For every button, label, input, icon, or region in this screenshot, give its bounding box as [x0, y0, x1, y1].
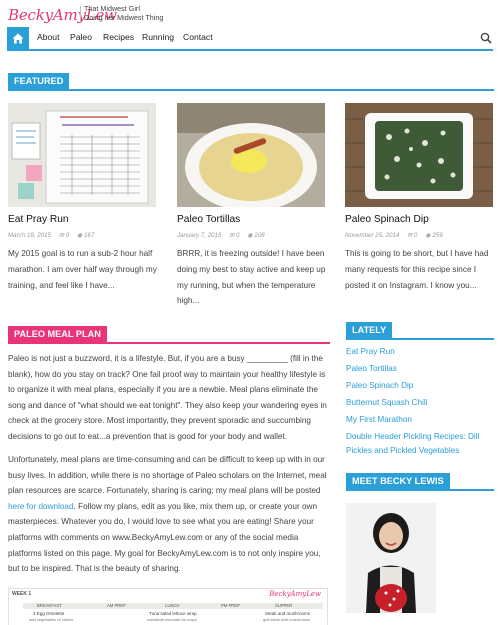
featured-image-eat-pray-run[interactable] — [8, 103, 156, 207]
views-icon: ◉ — [247, 232, 253, 239]
sheet-cell: 3 Egg Omelette — [33, 611, 65, 616]
lately-item-6[interactable]: Double Header Pickling Recipes: Dill Pic… — [346, 430, 496, 457]
nav-item-paleo[interactable]: Paleo — [70, 32, 92, 42]
lately-item-5[interactable]: My First Marathon — [346, 413, 496, 427]
nav-item-about[interactable]: About — [37, 32, 59, 42]
featured-title-2[interactable]: Paleo Tortillas — [177, 214, 240, 225]
comment-count[interactable]: 0 — [236, 232, 239, 239]
sheet-cell: substitute avocado for mayo — [147, 617, 198, 622]
comment-icon: ✉ — [407, 232, 413, 239]
download-link[interactable]: here for download — [8, 502, 74, 511]
tortilla-photo — [177, 103, 325, 207]
sheet-week-label: WEEK 1 — [12, 591, 32, 597]
sheet-col-am-prep: AM PREP — [107, 603, 126, 608]
post-date: March 18, 2015 — [8, 232, 51, 239]
home-icon — [12, 33, 24, 43]
featured-meta-2: January 7, 2015 ✉ 0 ◉ 208 — [177, 232, 265, 239]
sheet-cell: Steak and mushrooms — [265, 611, 311, 616]
meal-plan-sheet-image[interactable]: WEEK 1 BeckyAmyLew BREAKFAST AM PREP LUN… — [8, 588, 328, 625]
lately-item-2[interactable]: Paleo Tortillas — [346, 362, 496, 376]
training-plan-photo — [8, 103, 156, 207]
comment-count[interactable]: 0 — [414, 232, 417, 239]
logo-divider — [80, 6, 81, 22]
tagline-line-2: Doing her Midwest Thing — [84, 12, 164, 22]
meal-plan-label: PALEO MEAL PLAN — [8, 326, 107, 343]
view-count: 259 — [432, 232, 443, 239]
site-tagline: That Midwest Girl Doing her Midwest Thin… — [84, 4, 164, 22]
views-icon: ◉ — [425, 232, 431, 239]
lately-item-1[interactable]: Eat Pray Run — [346, 345, 496, 359]
featured-label: FEATURED — [8, 73, 70, 90]
views-icon: ◉ — [76, 232, 83, 239]
comment-count[interactable]: 0 — [66, 232, 69, 239]
sheet-col-pm-prep: PM PREP — [221, 603, 240, 608]
lately-label: LATELY — [346, 322, 393, 339]
lately-item-3[interactable]: Paleo Spinach Dip — [346, 379, 496, 393]
meal-plan-paragraph-1: Paleo is not just a buzzword, it is a li… — [8, 354, 327, 441]
featured-excerpt-2: BRRR, it is freezing outside! I have bee… — [177, 249, 326, 306]
featured-excerpt-3: This is going to be short, but I have ha… — [345, 249, 489, 290]
nav-home-button[interactable] — [7, 27, 29, 49]
comment-icon: ✉ — [58, 232, 64, 239]
view-count: 208 — [254, 232, 265, 239]
lately-item-4[interactable]: Butternut Squash Chili — [346, 396, 496, 410]
view-count: 167 — [83, 232, 95, 239]
sheet-cell: Tuna salad lettuce wrap — [149, 611, 197, 616]
featured-image-paleo-spinach-dip[interactable] — [345, 103, 493, 207]
paragraph-text: Unfortunately, meal plans are time-consu… — [8, 455, 327, 496]
post-date: November 25, 2014 — [345, 232, 400, 239]
sheet-logo: BeckyAmyLew — [269, 590, 321, 598]
sheet-cell: add vegetables of choice — [29, 617, 74, 622]
nav-item-recipes[interactable]: Recipes — [103, 32, 134, 42]
featured-title-3[interactable]: Paleo Spinach Dip — [345, 214, 429, 225]
featured-divider — [8, 89, 494, 91]
nav-item-running[interactable]: Running — [142, 32, 174, 42]
featured-meta-3: November 25, 2014 ✉ 0 ◉ 259 — [345, 232, 443, 239]
spinach-dip-photo — [345, 103, 493, 207]
portrait-image — [346, 503, 436, 613]
nav-underline — [7, 49, 493, 51]
featured-image-paleo-tortillas[interactable] — [177, 103, 325, 207]
featured-excerpt-1: My 2015 goal is to run a sub-2 hour half… — [8, 249, 157, 290]
nav-item-contact[interactable]: Contact — [183, 32, 213, 42]
sheet-col-lunch: LUNCH — [165, 603, 180, 608]
sheet-col-breakfast: BREAKFAST — [37, 603, 62, 608]
post-date: January 7, 2015 — [177, 232, 222, 239]
sheet-col-supper: SUPPER — [275, 603, 293, 608]
featured-title-1[interactable]: Eat Pray Run — [8, 214, 69, 225]
featured-meta-1: March 18, 2015 ✉ 0 ◉ 167 — [8, 232, 94, 239]
comment-icon: ✉ — [229, 232, 235, 239]
search-icon[interactable] — [480, 32, 492, 44]
main-nav: About Paleo Recipes Running Contact — [0, 27, 500, 49]
becky-portrait — [346, 503, 436, 613]
paragraph-text: . Follow my plans, edit as you like, mix… — [8, 501, 321, 574]
meet-label: MEET BECKY LEWIS — [346, 473, 450, 490]
meal-plan-paragraph-2: Unfortunately, meal plans are time-consu… — [8, 452, 330, 577]
site-header: BeckyAmyLew That Midwest Girl Doing her … — [0, 0, 500, 52]
sheet-cell: grill steak with mushrooms — [263, 617, 311, 622]
